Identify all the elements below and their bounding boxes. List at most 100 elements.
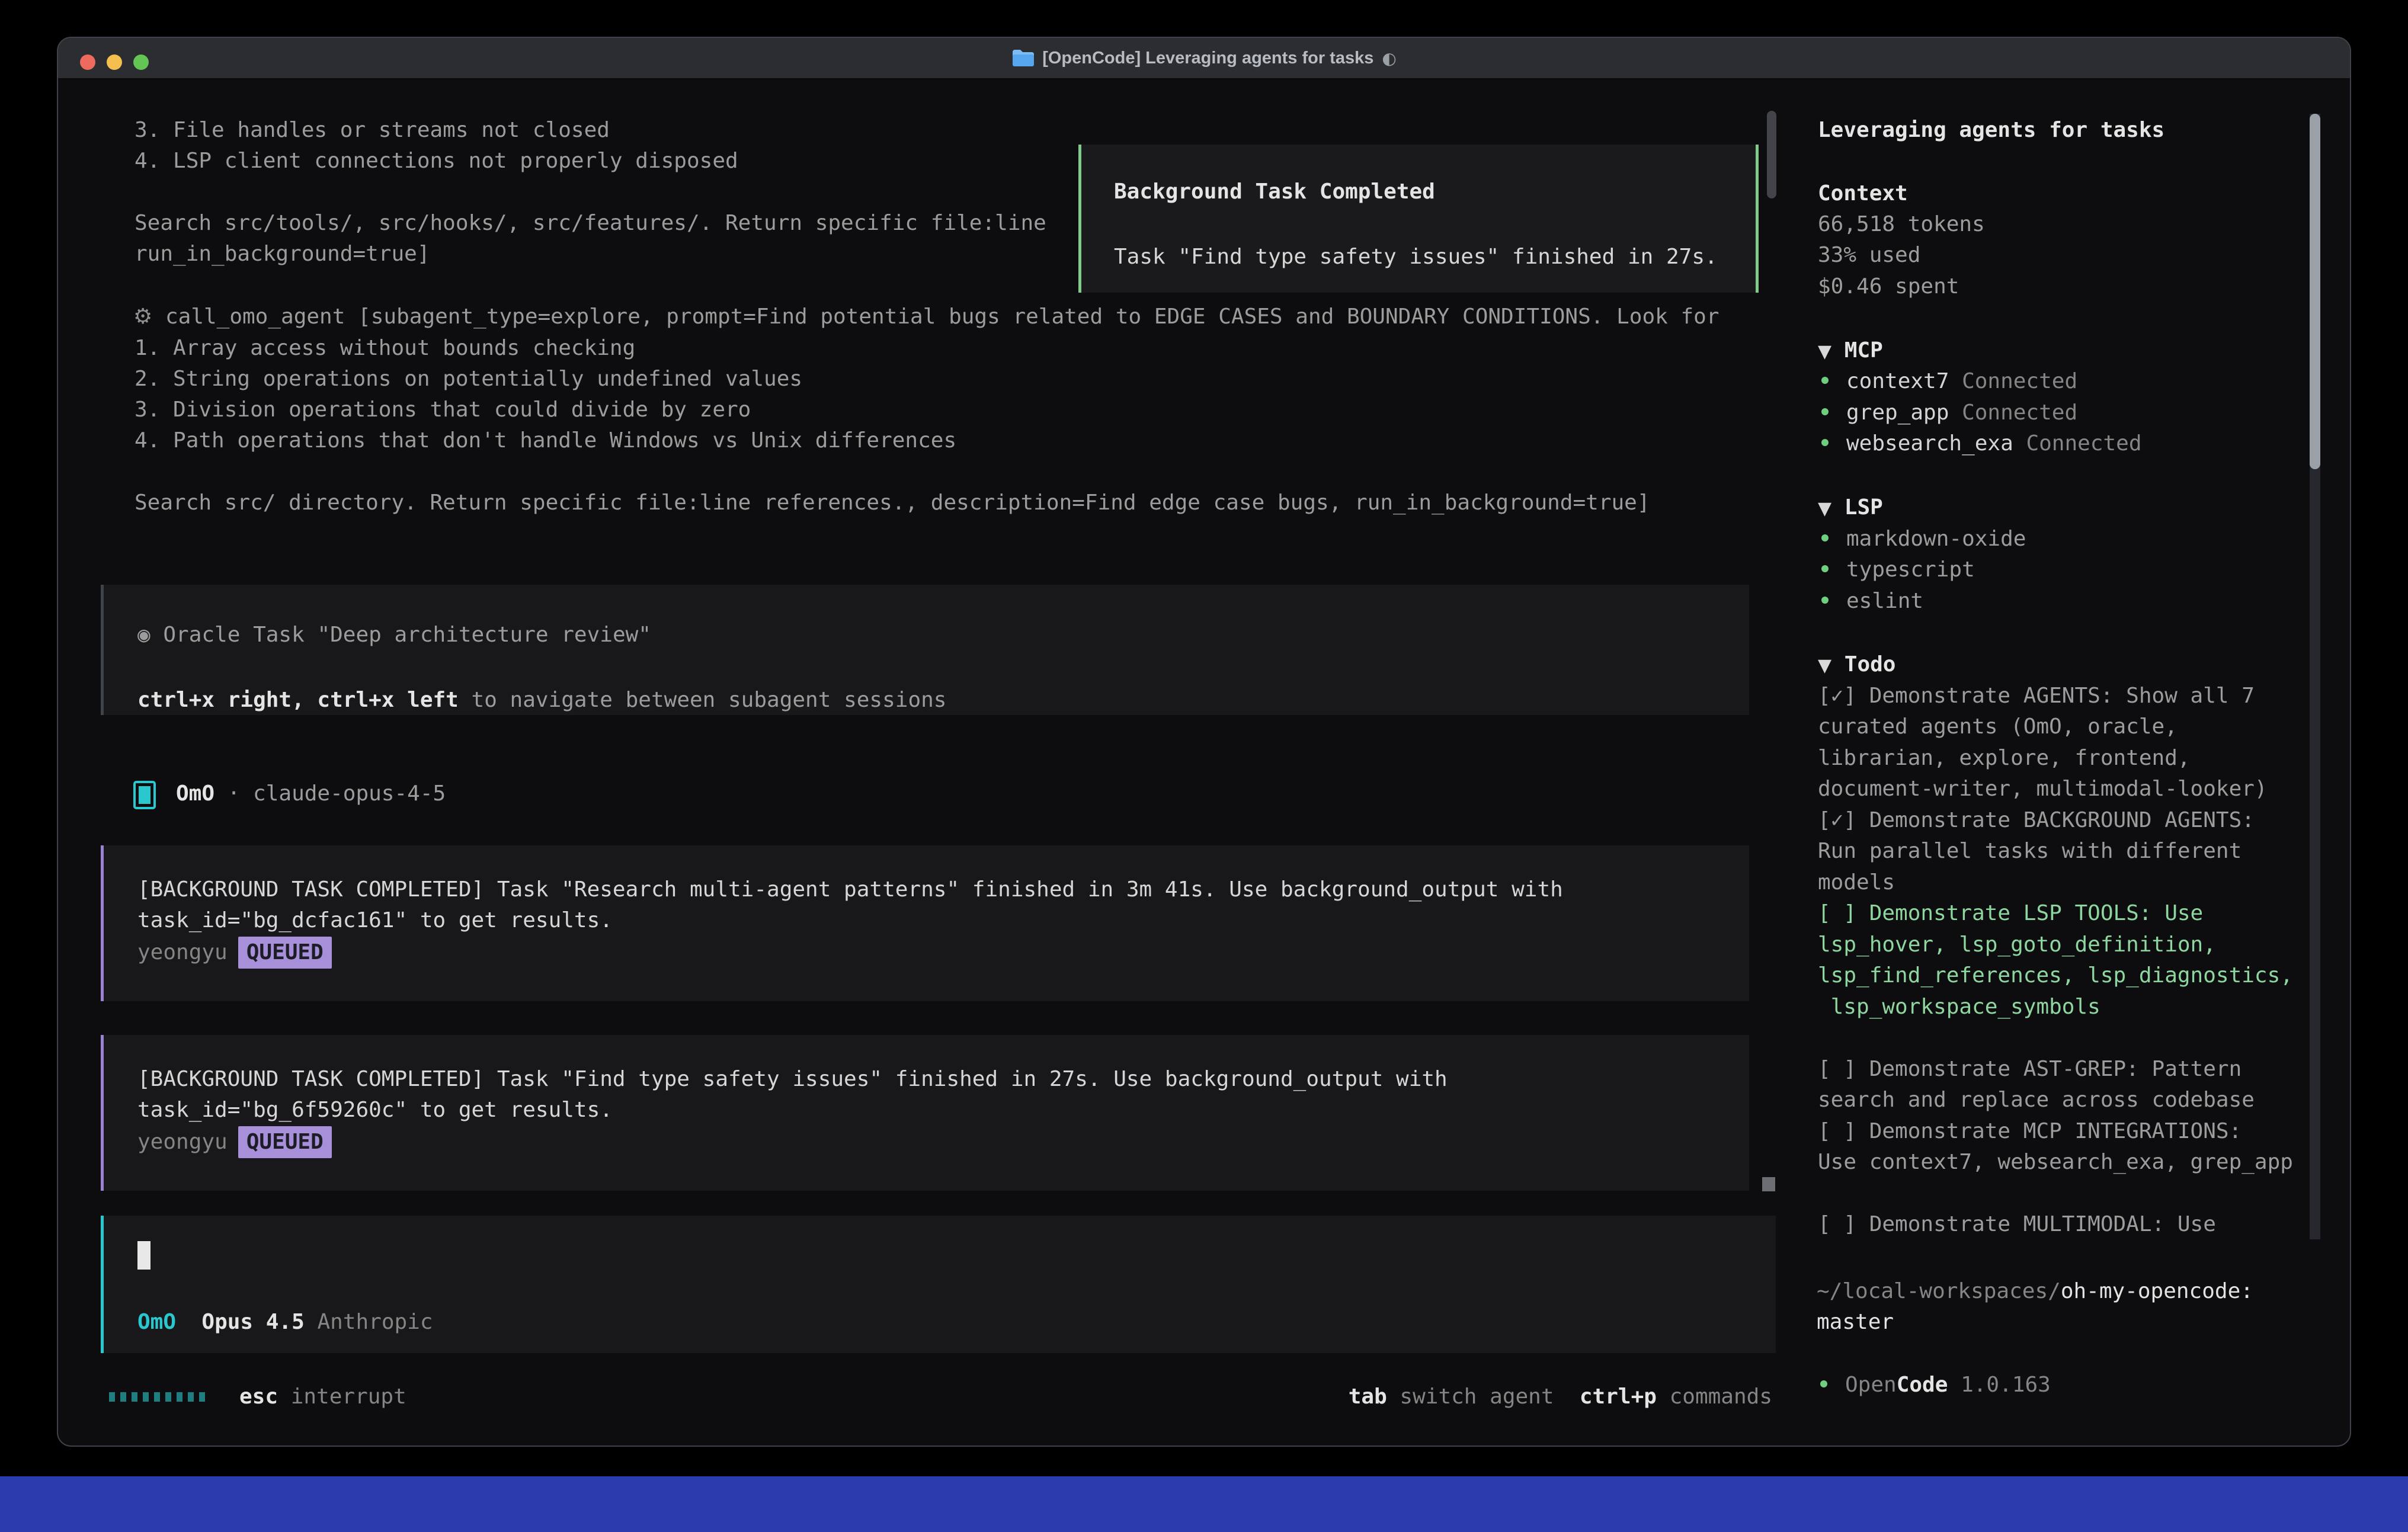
- task-message-block: [BACKGROUND TASK COMPLETED] Task "Resear…: [101, 845, 1749, 1001]
- context-spent: $0.46 spent: [1818, 271, 1959, 302]
- main-scrollbar-thumb[interactable]: [1767, 111, 1776, 198]
- opencode-window: [OpenCode] Leveraging agents for tasks ◐…: [57, 37, 2351, 1447]
- desktop-strip: [0, 1476, 2408, 1532]
- input-provider: Anthropic: [317, 1310, 433, 1334]
- status-dot-icon: [1821, 534, 1829, 541]
- todo-line: search and replace across codebase: [1818, 1085, 2255, 1116]
- task-user: yeongyu: [137, 940, 228, 964]
- tool-call-line: ⚙ call_omo_agent [subagent_type=explore,…: [133, 302, 1719, 332]
- todo-line-active: lsp_hover, lsp_goto_definition,: [1818, 930, 2216, 960]
- oracle-title-line: ◉ Oracle Task "Deep architecture review": [137, 620, 651, 650]
- sidebar-scrollbar-thumb[interactable]: [2310, 114, 2320, 469]
- text-cursor: [137, 1241, 150, 1270]
- chevron-down-icon: ▼: [1818, 341, 1831, 362]
- background-task-toast: Background Task Completed Task "Find typ…: [1078, 145, 1759, 293]
- status-dot-icon: [1821, 565, 1829, 572]
- status-dot-icon: [1821, 439, 1829, 446]
- activity-dots: [109, 1382, 205, 1412]
- input-model: Opus 4.5: [201, 1310, 304, 1334]
- todo-line: [✓] Demonstrate BACKGROUND AGENTS:: [1818, 805, 2255, 836]
- folder-icon: [1011, 49, 1034, 68]
- prompt-close-line: Search src/ directory. Return specific f…: [135, 488, 1650, 518]
- toast-title: Background Task Completed: [1114, 177, 1435, 207]
- chevron-down-icon: ▼: [1818, 655, 1831, 676]
- oracle-hint-rest: to navigate between subagent sessions: [459, 688, 947, 712]
- minimize-button[interactable]: [107, 55, 122, 70]
- task-line1: [BACKGROUND TASK COMPLETED] Task "Find t…: [137, 1064, 1448, 1095]
- todo-line-active: [ ] Demonstrate LSP TOOLS: Use: [1818, 898, 2203, 929]
- agent-model: · claude-opus-4-5: [214, 781, 446, 806]
- input-agent: OmO: [137, 1310, 176, 1334]
- todo-line: Run parallel tasks with different: [1818, 836, 2242, 867]
- main-scrollbar-indicator[interactable]: [1762, 1177, 1775, 1191]
- bug-list-item: 2. String operations on potentially unde…: [135, 364, 802, 395]
- half-circle-icon: ◐: [1382, 49, 1396, 68]
- task-meta: yeongyu QUEUED: [137, 1126, 332, 1158]
- todo-section-header[interactable]: ▼ Todo: [1818, 649, 1895, 681]
- oracle-hint-line: ctrl+x right, ctrl+x left to navigate be…: [137, 685, 946, 716]
- status-dot-icon: [1821, 408, 1829, 415]
- history-line: 3. File handles or streams not closed: [135, 115, 610, 146]
- mcp-item: context7 Connected: [1821, 366, 2077, 397]
- mcp-section-header[interactable]: ▼ MCP: [1818, 335, 1883, 367]
- todo-line: librarian, explore, frontend,: [1818, 743, 2191, 774]
- task-user: yeongyu: [137, 1130, 228, 1154]
- oracle-hint-keys: ctrl+x right, ctrl+x left: [137, 688, 459, 712]
- lsp-item: typescript: [1821, 555, 1975, 585]
- window-title-wrap: [OpenCode] Leveraging agents for tasks ◐: [1011, 49, 1397, 68]
- todo-line-active: lsp_workspace_symbols: [1818, 992, 2100, 1023]
- status-dot-icon: [1820, 1380, 1827, 1387]
- task-line2: task_id="bg_dcfac161" to get results.: [137, 905, 613, 936]
- todo-line-active: lsp_find_references, lsp_diagnostics,: [1818, 960, 2293, 991]
- prompt-input[interactable]: OmO Opus 4.5 Anthropic: [101, 1216, 1776, 1353]
- mcp-item: websearch_exa Connected: [1821, 428, 2142, 459]
- prompt-line: Search src/tools/, src/hooks/, src/featu…: [135, 208, 1046, 239]
- todo-line: document-writer, multimodal-looker): [1818, 774, 2268, 805]
- task-line1: [BACKGROUND TASK COMPLETED] Task "Resear…: [137, 874, 1563, 905]
- todo-line: [ ] Demonstrate MULTIMODAL: Use: [1818, 1209, 2216, 1240]
- gear-icon: ⚙: [133, 305, 152, 329]
- lsp-item: markdown-oxide: [1821, 524, 2026, 555]
- titlebar: [OpenCode] Leveraging agents for tasks ◐: [58, 38, 2350, 79]
- queued-badge: QUEUED: [238, 937, 332, 969]
- task-meta: yeongyu QUEUED: [137, 937, 332, 969]
- lsp-section-header[interactable]: ▼ LSP: [1818, 492, 1883, 524]
- status-dot-icon: [1821, 597, 1829, 604]
- mcp-item: grep_app Connected: [1821, 398, 2077, 428]
- key-hints: tab switch agent ctrl+p commands: [1349, 1382, 1772, 1412]
- todo-line: [✓] Demonstrate AGENTS: Show all 7: [1818, 681, 2255, 711]
- input-agent-line: OmO Opus 4.5 Anthropic: [137, 1307, 433, 1338]
- toast-body: Task "Find type safety issues" finished …: [1114, 242, 1718, 273]
- workspace-branch: master: [1817, 1307, 1894, 1338]
- context-heading: Context: [1818, 178, 1908, 209]
- chevron-down-icon: ▼: [1818, 498, 1831, 519]
- close-button[interactable]: [80, 55, 95, 70]
- tool-call-text: call_omo_agent [subagent_type=explore, p…: [165, 305, 1719, 329]
- esc-hint: esc interrupt: [239, 1382, 406, 1412]
- maximize-button[interactable]: [133, 55, 149, 70]
- context-used: 33% used: [1818, 240, 1920, 271]
- todo-line: [ ] Demonstrate MCP INTEGRATIONS:: [1818, 1116, 2242, 1147]
- lsp-item: eslint: [1821, 586, 1923, 617]
- agent-name: OmO: [176, 781, 214, 806]
- oracle-task-box: ◉ Oracle Task "Deep architecture review"…: [101, 585, 1749, 715]
- prompt-line: run_in_background=true]: [135, 239, 430, 270]
- sidebar-session-title: Leveraging agents for tasks: [1818, 115, 2164, 146]
- todo-line: curated agents (OmO, oracle,: [1818, 711, 2178, 742]
- queued-badge: QUEUED: [238, 1126, 332, 1158]
- window-title: [OpenCode] Leveraging agents for tasks: [1042, 49, 1373, 68]
- bug-list-item: 4. Path operations that don't handle Win…: [135, 425, 956, 456]
- agent-header: OmO · claude-opus-4-5: [176, 778, 446, 809]
- workspace-path: ~/local-workspaces/oh-my-opencode:: [1817, 1276, 2253, 1307]
- history-line: 4. LSP client connections not properly d…: [135, 146, 738, 177]
- oracle-icon: ◉: [137, 623, 150, 647]
- oracle-title: Oracle Task "Deep architecture review": [150, 623, 651, 647]
- bug-list-item: 3. Division operations that could divide…: [135, 395, 751, 425]
- context-tokens: 66,518 tokens: [1818, 209, 1985, 240]
- task-message-block: [BACKGROUND TASK COMPLETED] Task "Find t…: [101, 1035, 1749, 1191]
- omo-agent-icon: [133, 781, 156, 809]
- todo-line: models: [1818, 867, 1895, 898]
- bug-list-item: 1. Array access without bounds checking: [135, 333, 635, 364]
- version-line: OpenCode 1.0.163: [1820, 1370, 2051, 1400]
- status-dot-icon: [1821, 377, 1829, 384]
